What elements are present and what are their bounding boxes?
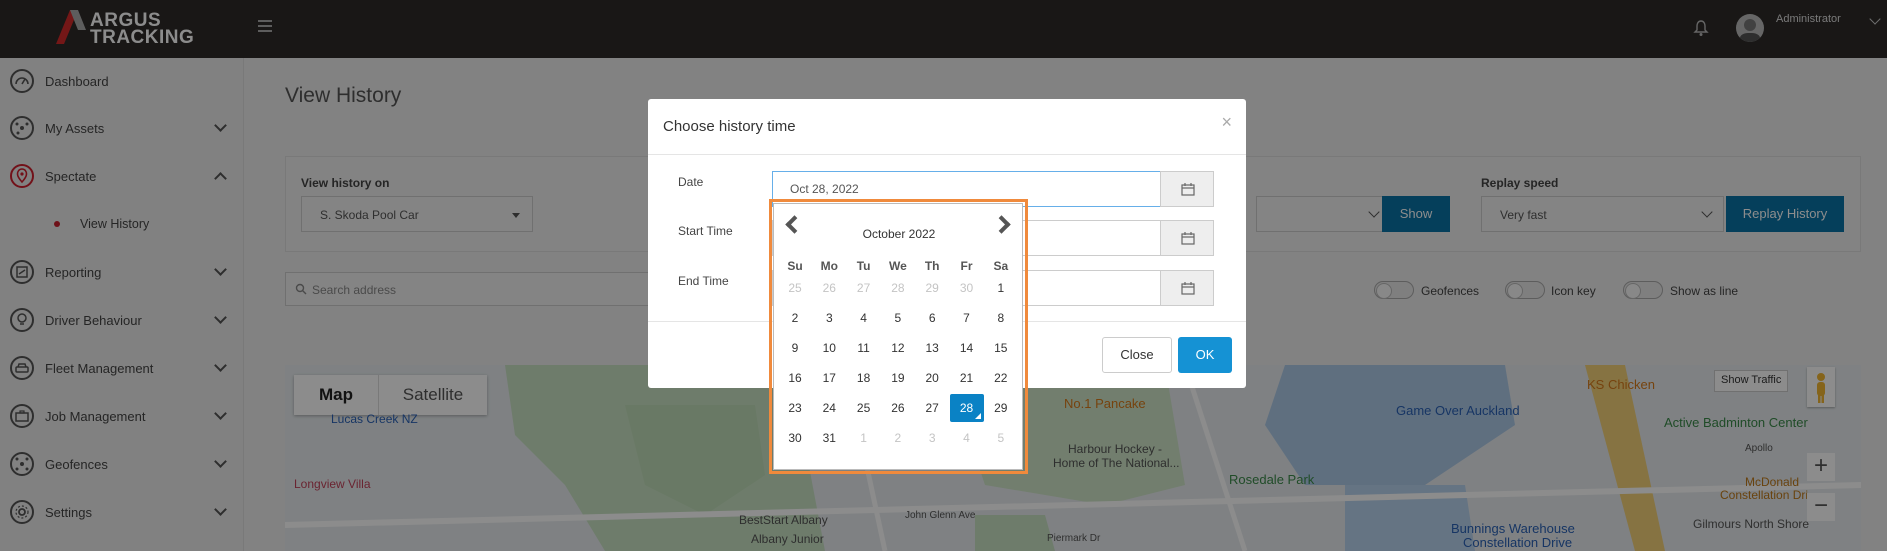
calendar-day[interactable]: 2 xyxy=(881,424,915,452)
calendar-day[interactable]: 29 xyxy=(984,394,1018,422)
calendar-day[interactable]: 8 xyxy=(984,304,1018,332)
calendar-day[interactable]: 3 xyxy=(812,304,846,332)
calendar-day[interactable]: 17 xyxy=(812,364,846,392)
date-label: Date xyxy=(678,175,704,189)
calendar-day-selected[interactable]: 28 xyxy=(949,394,984,422)
calendar-day[interactable]: 4 xyxy=(847,304,881,332)
weekday-header: Su xyxy=(787,259,803,273)
calendar-day[interactable]: 1 xyxy=(984,274,1018,302)
calendar-day[interactable]: 19 xyxy=(881,364,915,392)
end-time-calendar-button[interactable] xyxy=(1160,270,1214,306)
divider xyxy=(648,154,1246,155)
calendar-day[interactable]: 14 xyxy=(950,334,984,362)
calendar-day[interactable]: 30 xyxy=(778,424,812,452)
calendar-day[interactable]: 21 xyxy=(950,364,984,392)
calendar-day[interactable]: 9 xyxy=(778,334,812,362)
calendar-day[interactable]: 25 xyxy=(778,274,812,302)
dialog-title: Choose history time xyxy=(663,118,796,135)
weekday-header: Sa xyxy=(993,259,1009,273)
calendar-day[interactable]: 30 xyxy=(950,274,984,302)
weekday-header: Fr xyxy=(960,259,973,273)
calendar-day[interactable]: 20 xyxy=(915,364,949,392)
calendar-day[interactable]: 5 xyxy=(984,424,1018,452)
calendar-day[interactable]: 28 xyxy=(881,274,915,302)
datepicker: October 2022 Su Mo Tu We Th Fr Sa 25 26 27 28 29 30 1… xyxy=(773,203,1023,470)
calendar-icon xyxy=(1181,183,1195,196)
weekday-header: Th xyxy=(924,259,940,273)
calendar-day[interactable]: 23 xyxy=(778,394,812,422)
calendar-day[interactable]: 29 xyxy=(915,274,949,302)
calendar-day[interactable]: 5 xyxy=(881,304,915,332)
calendar-day[interactable]: 25 xyxy=(847,394,881,422)
weekday-header: We xyxy=(888,259,907,273)
start-time-calendar-button[interactable] xyxy=(1160,220,1214,256)
calendar-day[interactable]: 10 xyxy=(812,334,846,362)
weekday-header: Tu xyxy=(856,259,871,273)
calendar-icon xyxy=(1181,232,1195,245)
calendar-day[interactable]: 26 xyxy=(812,274,846,302)
date-calendar-button[interactable] xyxy=(1160,171,1214,207)
calendar-day[interactable]: 27 xyxy=(847,274,881,302)
calendar-day[interactable]: 11 xyxy=(847,334,881,362)
calendar-day[interactable]: 16 xyxy=(778,364,812,392)
calendar-day[interactable]: 6 xyxy=(915,304,949,332)
calendar-day[interactable]: 7 xyxy=(950,304,984,332)
calendar-day[interactable]: 2 xyxy=(778,304,812,332)
datepicker-month-title[interactable]: October 2022 xyxy=(774,227,1024,241)
end-time-label: End Time xyxy=(678,274,729,288)
calendar-day[interactable]: 15 xyxy=(984,334,1018,362)
calendar-day[interactable]: 18 xyxy=(847,364,881,392)
calendar-icon xyxy=(1181,282,1195,295)
ok-button[interactable]: OK xyxy=(1178,337,1232,373)
close-button[interactable]: Close xyxy=(1102,337,1172,373)
calendar-day[interactable]: 4 xyxy=(950,424,984,452)
calendar-day[interactable]: 22 xyxy=(984,364,1018,392)
calendar-day[interactable]: 13 xyxy=(915,334,949,362)
calendar-day[interactable]: 31 xyxy=(812,424,846,452)
calendar-day[interactable]: 3 xyxy=(915,424,949,452)
start-time-label: Start Time xyxy=(678,224,733,238)
calendar-day[interactable]: 1 xyxy=(847,424,881,452)
calendar-day[interactable]: 26 xyxy=(881,394,915,422)
dialog-close-icon[interactable]: × xyxy=(1221,112,1232,133)
weekday-header: Mo xyxy=(820,259,838,273)
calendar-day[interactable]: 12 xyxy=(881,334,915,362)
calendar-day[interactable]: 27 xyxy=(915,394,949,422)
calendar-day[interactable]: 24 xyxy=(812,394,846,422)
